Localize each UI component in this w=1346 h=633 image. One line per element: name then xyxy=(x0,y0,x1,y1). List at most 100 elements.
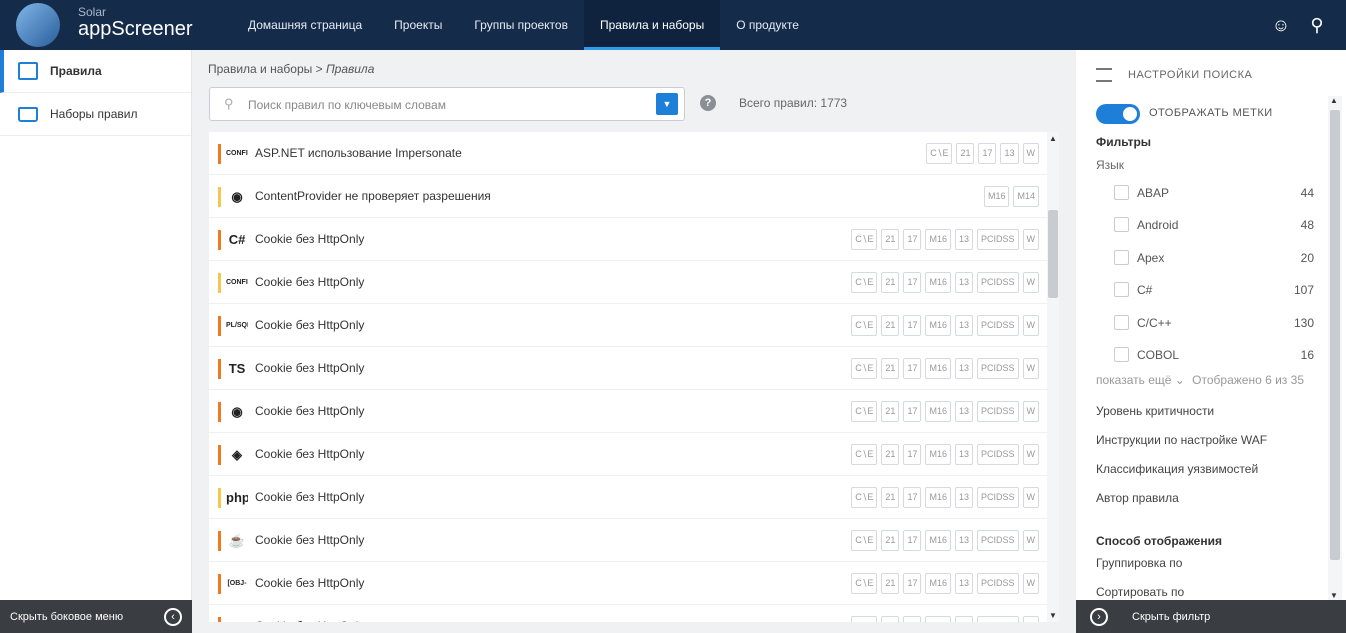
scrollbar-thumb[interactable] xyxy=(1330,110,1340,560)
severity-marker xyxy=(218,273,221,293)
filter-count: 48 xyxy=(1300,218,1314,232)
show-more-link[interactable]: показать ещё ⌄ xyxy=(1096,373,1185,387)
tag-badge: 13 xyxy=(954,229,973,250)
scroll-up-icon[interactable]: ▲ xyxy=(1328,96,1340,105)
filter-language-android[interactable]: Android 48 xyxy=(1114,215,1314,235)
table-row[interactable]: TS Cookie без HttpOnly C∖E 21 17 M16 13 PCIDSS W xyxy=(209,347,1059,390)
tag-badge: W xyxy=(1022,358,1039,379)
tag-badge: C∖E xyxy=(851,444,878,465)
filter-language-cpp[interactable]: C/C++ 130 xyxy=(1114,313,1314,333)
table-row[interactable]: C# Cookie без HttpOnly C∖E 21 17 M16 13 PCIDSS W xyxy=(209,218,1059,261)
scroll-down-icon[interactable]: ▼ xyxy=(1328,591,1340,600)
tag-badge: PCIDSS xyxy=(976,573,1019,594)
filter-scrollbar[interactable]: ▲ ▼ xyxy=(1328,96,1342,600)
tag-badge: C∖E xyxy=(851,530,878,551)
tag-badge: C∖E xyxy=(851,315,878,336)
filters-title: Фильтры xyxy=(1096,135,1152,149)
severity-marker xyxy=(218,316,221,336)
main-nav: Домашняя страница Проекты Группы проекто… xyxy=(232,0,815,50)
rule-name[interactable]: Cookie без HttpOnly xyxy=(255,576,364,590)
tag-badge: 17 xyxy=(903,358,922,379)
rule-name[interactable]: Cookie без HttpOnly xyxy=(255,361,364,375)
scroll-up-icon[interactable]: ▲ xyxy=(1047,134,1059,143)
table-row[interactable]: PL/SQL Cookie без HttpOnly C∖E2117M1613PCI… xyxy=(209,304,1059,347)
rule-name[interactable]: Cookie без HttpOnly xyxy=(255,533,364,547)
checkbox[interactable] xyxy=(1114,217,1129,232)
filter-language-csharp[interactable]: C# 107 xyxy=(1114,280,1314,300)
rule-name[interactable]: ContentProvider не проверяет разрешения xyxy=(255,189,491,203)
sidebar-item-rule-sets[interactable]: Наборы правил xyxy=(0,93,191,136)
document-icon xyxy=(18,62,38,80)
chat-icon[interactable]: ☺ xyxy=(1270,14,1292,36)
nav-rules[interactable]: Правила и наборы xyxy=(583,0,721,50)
language-icon: php xyxy=(226,490,248,505)
tag-badge: M16 xyxy=(925,358,951,379)
language-icon: CONFIG xyxy=(226,279,248,286)
severity-marker xyxy=(218,230,221,250)
search-placeholder: Поиск правил по ключевым словам xyxy=(248,98,446,112)
filter-language-apex[interactable]: Apex 20 xyxy=(1114,248,1314,268)
tag-badge: 21 xyxy=(881,573,900,594)
table-row[interactable]: ◉ ContentProvider не проверяет разрешения… xyxy=(209,175,1059,218)
main-content: Правила и наборы > Правила ⚲ Поиск прави… xyxy=(192,50,1076,633)
filter-classification[interactable]: Классификация уязвимостей xyxy=(1096,462,1258,476)
table-row[interactable]: GO Cookie без HttpOnly C∖E2117M1613PCIDSSW xyxy=(209,605,1059,622)
tag-badge: PCIDSS xyxy=(976,272,1019,293)
checkbox[interactable] xyxy=(1114,185,1129,200)
checkbox[interactable] xyxy=(1114,282,1129,297)
filter-severity[interactable]: Уровень критичности xyxy=(1096,404,1214,418)
rule-name[interactable]: ASP.NET использование Impersonate xyxy=(255,146,462,160)
nav-project-groups[interactable]: Группы проектов xyxy=(458,0,584,50)
search-input[interactable]: ⚲ Поиск правил по ключевым словам ▼ xyxy=(209,87,685,121)
table-row[interactable]: php Cookie без HttpOnly C∖E 21 17 M16 13 PCIDSS… xyxy=(209,476,1059,519)
group-by[interactable]: Группировка по xyxy=(1096,556,1182,570)
filter-author[interactable]: Автор правила xyxy=(1096,491,1179,505)
tag-badge: 21 xyxy=(881,530,900,551)
nav-home[interactable]: Домашняя страница xyxy=(232,0,378,50)
rule-tags: C∖E2117M1613PCIDSSW xyxy=(851,401,1039,422)
scrollbar-thumb[interactable] xyxy=(1048,210,1058,298)
sidebar-item-rules[interactable]: Правила xyxy=(0,50,191,93)
table-row[interactable]: ◉ Cookie без HttpOnly C∖E 21 17 M16 13 PCIDSS W xyxy=(209,390,1059,433)
filter-language-abap[interactable]: ABAP 44 xyxy=(1114,183,1314,203)
checkbox[interactable] xyxy=(1114,315,1129,330)
tag-badge: C∖E xyxy=(851,272,878,293)
sort-by[interactable]: Сортировать по xyxy=(1096,585,1184,599)
scroll-down-icon[interactable]: ▼ xyxy=(1047,611,1059,620)
table-row[interactable]: [OBJ-C] Cookie без HttpOnly C∖E2117M1613PC… xyxy=(209,562,1059,605)
rule-name[interactable]: Cookie без HttpOnly xyxy=(255,447,364,461)
hide-sidebar-button[interactable]: Скрыть боковое меню ‹ xyxy=(0,600,192,633)
checkbox[interactable] xyxy=(1114,347,1129,362)
filter-language-cobol[interactable]: COBOL 16 xyxy=(1114,345,1314,365)
search-dropdown-button[interactable]: ▼ xyxy=(656,93,678,115)
nav-projects[interactable]: Проекты xyxy=(378,0,458,50)
filter-label: Apex xyxy=(1137,251,1165,265)
rule-name[interactable]: Cookie без HttpOnly xyxy=(255,619,364,622)
table-row[interactable]: CONFIG Cookie без HttpOnly C∖E2117M1613PCI… xyxy=(209,261,1059,304)
rule-name[interactable]: Cookie без HttpOnly xyxy=(255,275,364,289)
rule-name[interactable]: Cookie без HttpOnly xyxy=(255,404,364,418)
rule-name[interactable]: Cookie без HttpOnly xyxy=(255,232,364,246)
checkbox[interactable] xyxy=(1114,250,1129,265)
breadcrumb-root[interactable]: Правила и наборы xyxy=(208,62,312,76)
nav-about[interactable]: О продукте xyxy=(720,0,815,50)
filter-waf[interactable]: Инструкции по настройке WAF xyxy=(1096,433,1267,447)
tag-badge: PCIDSS xyxy=(976,487,1019,508)
tag-badge: M16 xyxy=(925,229,951,250)
rule-tags: C∖E2117M1613PCIDSSW xyxy=(851,444,1039,465)
tag-badge: 17 xyxy=(903,530,922,551)
logo[interactable]: Solar appScreener xyxy=(16,3,193,47)
rule-name[interactable]: Cookie без HttpOnly xyxy=(255,490,364,504)
help-icon[interactable]: ? xyxy=(700,95,716,111)
rule-name[interactable]: Cookie без HttpOnly xyxy=(255,318,364,332)
tag-badge: 17 xyxy=(978,143,997,164)
table-row[interactable]: CONFIG ASP.NET использование Impersonate C… xyxy=(209,132,1059,175)
table-row[interactable]: ☕ Cookie без HttpOnly C∖E 21 17 M16 13 PCIDSS W xyxy=(209,519,1059,562)
display-mode-title: Способ отображения xyxy=(1096,534,1222,548)
hide-filter-button[interactable]: › Скрыть фильтр xyxy=(1076,600,1346,633)
user-icon[interactable]: ⚲ xyxy=(1306,14,1328,36)
table-row[interactable]: ◈ Cookie без HttpOnly C∖E 21 17 M16 13 PCIDSS W xyxy=(209,433,1059,476)
language-icon: GO xyxy=(226,617,248,622)
show-tags-toggle[interactable] xyxy=(1096,104,1140,124)
list-scrollbar[interactable]: ▲ ▼ xyxy=(1047,132,1059,622)
